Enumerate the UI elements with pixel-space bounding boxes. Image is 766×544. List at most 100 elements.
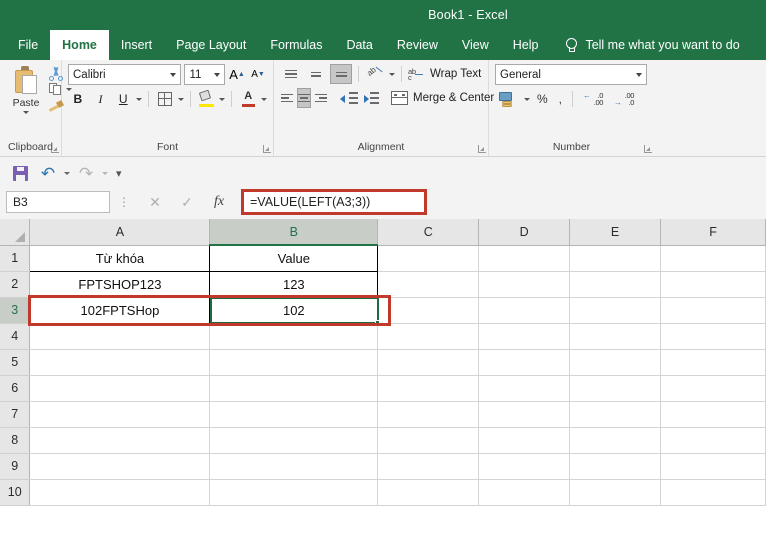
cell-d4[interactable] <box>478 323 571 350</box>
cell-f8[interactable] <box>660 427 766 454</box>
font-name-combo[interactable]: Calibri <box>68 64 182 85</box>
customize-qat-icon[interactable]: ▾ <box>112 167 126 180</box>
cell-f2[interactable] <box>660 271 766 298</box>
clipboard-dialog-launcher-icon[interactable] <box>51 145 59 153</box>
fill-color-button[interactable] <box>197 89 217 109</box>
tab-insert[interactable]: Insert <box>109 30 164 60</box>
accounting-format-button[interactable] <box>495 89 521 109</box>
row-header-9[interactable]: 9 <box>0 453 31 480</box>
undo-button[interactable]: ↶ <box>36 162 60 184</box>
chevron-down-icon[interactable] <box>23 111 29 114</box>
align-top-button[interactable] <box>280 64 302 84</box>
save-button[interactable] <box>8 162 32 184</box>
cell-c4[interactable] <box>377 323 480 350</box>
cell-b6[interactable] <box>209 375 379 402</box>
cell-f7[interactable] <box>660 401 766 428</box>
cell-b9[interactable] <box>209 453 379 480</box>
cell-e1[interactable] <box>569 245 662 272</box>
cell-c2[interactable] <box>377 271 480 298</box>
cell-a5[interactable] <box>29 349 211 376</box>
align-center-button[interactable] <box>297 88 311 108</box>
paste-button[interactable]: Paste <box>6 64 46 114</box>
chevron-down-icon[interactable] <box>102 171 108 175</box>
percent-style-button[interactable]: % <box>533 89 552 109</box>
chevron-down-icon[interactable] <box>524 97 530 101</box>
align-bottom-button[interactable] <box>330 64 352 84</box>
cell-e10[interactable] <box>569 479 662 506</box>
cell-a4[interactable] <box>29 323 211 350</box>
align-middle-button[interactable] <box>305 64 327 84</box>
tell-me-box[interactable]: Tell me what you want to do <box>550 30 740 60</box>
increase-font-size-button[interactable]: A ▲ <box>228 64 246 85</box>
increase-indent-button[interactable] <box>361 88 379 108</box>
enter-formula-button[interactable]: ✓ <box>171 191 203 213</box>
cell-d1[interactable] <box>478 245 571 272</box>
row-header-7[interactable]: 7 <box>0 401 31 428</box>
cell-d3[interactable] <box>478 297 571 324</box>
cell-b10[interactable] <box>209 479 379 506</box>
align-left-button[interactable] <box>280 88 294 108</box>
name-box[interactable]: B3 <box>6 191 110 213</box>
decrease-decimal-button[interactable]: .00 → .0 <box>610 89 638 109</box>
row-header-4[interactable]: 4 <box>0 323 31 350</box>
cell-a6[interactable] <box>29 375 211 402</box>
cell-b1[interactable]: Value <box>209 244 379 272</box>
row-header-10[interactable]: 10 <box>0 479 31 506</box>
cell-f1[interactable] <box>660 245 766 272</box>
comma-style-button[interactable]: , <box>555 89 566 109</box>
cell-a10[interactable] <box>29 479 211 506</box>
row-header-5[interactable]: 5 <box>0 349 31 376</box>
cell-d2[interactable] <box>478 271 571 298</box>
cell-b3[interactable]: 102 <box>209 296 379 324</box>
cell-b5[interactable] <box>209 349 379 376</box>
cell-e6[interactable] <box>569 375 662 402</box>
chevron-down-icon[interactable] <box>64 171 70 175</box>
row-header-3[interactable]: 3 <box>0 297 31 324</box>
chevron-down-icon[interactable] <box>219 97 226 101</box>
tab-formulas[interactable]: Formulas <box>258 30 334 60</box>
font-dialog-launcher-icon[interactable] <box>263 145 271 153</box>
cell-c6[interactable] <box>377 375 480 402</box>
row-header-6[interactable]: 6 <box>0 375 31 402</box>
borders-button[interactable] <box>155 89 175 109</box>
chevron-down-icon[interactable] <box>177 97 184 101</box>
increase-decimal-button[interactable]: ← .0.00 <box>579 89 607 109</box>
cell-f4[interactable] <box>660 323 766 350</box>
font-size-combo[interactable]: 11 <box>184 64 226 85</box>
column-header-e[interactable]: E <box>569 219 662 246</box>
cancel-formula-button[interactable]: ✕ <box>139 191 171 213</box>
cell-c5[interactable] <box>377 349 480 376</box>
cell-f6[interactable] <box>660 375 766 402</box>
cell-c8[interactable] <box>377 427 480 454</box>
cell-f3[interactable] <box>660 297 766 324</box>
column-header-f[interactable]: F <box>660 219 766 246</box>
cell-a1[interactable]: Từ khóa <box>29 244 211 272</box>
cell-e7[interactable] <box>569 401 662 428</box>
formula-input-area[interactable]: =VALUE(LEFT(A3;3)) <box>241 189 762 215</box>
align-right-button[interactable] <box>314 88 328 108</box>
bold-button[interactable]: B <box>68 89 88 109</box>
row-header-1[interactable]: 1 <box>0 245 31 272</box>
chevron-down-icon[interactable] <box>389 72 395 76</box>
tab-view[interactable]: View <box>450 30 501 60</box>
font-color-button[interactable]: A <box>238 89 258 109</box>
cell-e9[interactable] <box>569 453 662 480</box>
cell-e3[interactable] <box>569 297 662 324</box>
tab-data[interactable]: Data <box>334 30 384 60</box>
cell-f10[interactable] <box>660 479 766 506</box>
chevron-down-icon[interactable] <box>261 97 268 101</box>
decrease-font-size-button[interactable]: A ▼ <box>249 64 267 85</box>
cell-b7[interactable] <box>209 401 379 428</box>
cell-c7[interactable] <box>377 401 480 428</box>
chevron-down-icon[interactable] <box>136 97 143 101</box>
cell-a3[interactable]: 102FPTSHop <box>29 296 211 324</box>
cell-a9[interactable] <box>29 453 211 480</box>
row-header-2[interactable]: 2 <box>0 271 31 298</box>
cell-d5[interactable] <box>478 349 571 376</box>
cell-b4[interactable] <box>209 323 379 350</box>
cell-a8[interactable] <box>29 427 211 454</box>
cell-d10[interactable] <box>478 479 571 506</box>
alignment-dialog-launcher-icon[interactable] <box>478 145 486 153</box>
column-header-b[interactable]: B <box>209 219 379 246</box>
column-header-a[interactable]: A <box>29 219 211 246</box>
